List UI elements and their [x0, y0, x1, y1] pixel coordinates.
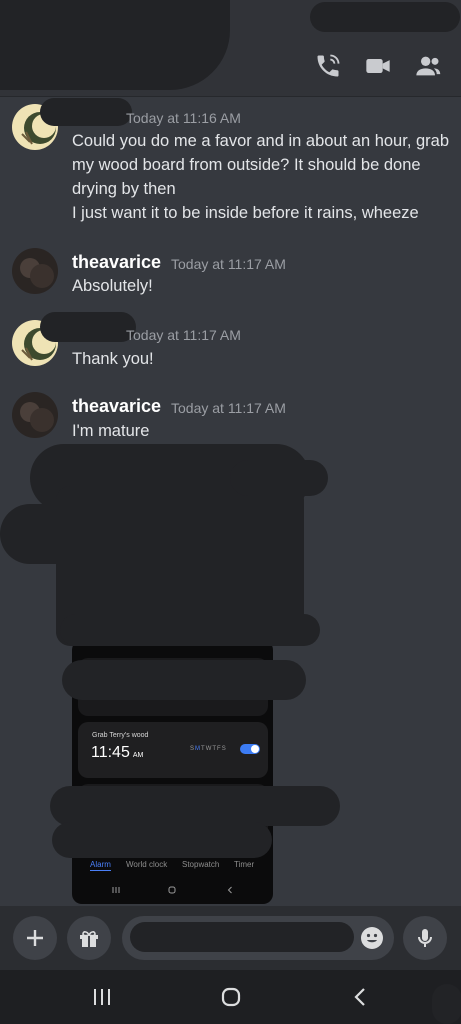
message-timestamp: Today at 11:17 AM — [171, 400, 286, 416]
alarm-days: SMTWTFS — [190, 746, 227, 752]
channel-header — [0, 0, 461, 97]
message-text: Absolutely! — [72, 277, 153, 295]
add-button[interactable] — [13, 916, 57, 960]
message-text: Thank you! — [72, 350, 154, 368]
back-icon[interactable] — [350, 986, 372, 1008]
phone-call-icon[interactable] — [314, 52, 342, 80]
back-icon[interactable] — [226, 886, 234, 894]
video-camera-icon[interactable] — [364, 52, 392, 80]
redacted-image-area — [50, 786, 340, 826]
alarm-time: 11:45 AM — [91, 744, 144, 761]
message-author[interactable]: theavarice — [72, 252, 161, 273]
redacted-username — [40, 98, 132, 126]
home-icon[interactable] — [220, 986, 242, 1008]
message-timestamp: Today at 11:17 AM — [171, 256, 286, 272]
avatar[interactable] — [12, 248, 58, 294]
message-text: Could you do me a favor and in about an … — [72, 132, 450, 150]
avatar[interactable] — [12, 392, 58, 438]
redacted-image-area — [62, 660, 306, 700]
message-composer — [0, 906, 461, 970]
redacted-header-title — [0, 0, 230, 90]
message-text: I just want it to be inside before it ra… — [72, 204, 419, 222]
microphone-icon — [418, 929, 432, 947]
redacted-image-area — [230, 460, 328, 496]
message-timestamp: Today at 11:17 AM — [126, 327, 241, 343]
tab-world-clock[interactable]: World clock — [126, 860, 167, 869]
alarm-label: Grab Terry's wood — [92, 732, 149, 739]
redacted-image-area — [52, 822, 272, 858]
message-text: my wood board from outside? It should be… — [72, 156, 421, 174]
recent-apps-icon[interactable] — [91, 986, 113, 1008]
tab-stopwatch[interactable]: Stopwatch — [182, 860, 219, 869]
gift-icon — [80, 931, 98, 947]
plus-icon — [27, 930, 43, 946]
home-icon[interactable] — [168, 886, 176, 894]
redacted-header-top — [310, 2, 460, 32]
message-text: I'm mature — [72, 422, 150, 440]
redacted-username — [40, 312, 136, 342]
voice-button[interactable] — [403, 916, 447, 960]
system-navigation-bar — [0, 970, 461, 1024]
redacted-corner — [432, 984, 461, 1024]
gift-button[interactable] — [67, 916, 111, 960]
emoji-icon[interactable] — [360, 926, 384, 950]
members-icon[interactable] — [414, 52, 442, 80]
redacted-image-area — [60, 614, 320, 646]
message-author[interactable]: theavarice — [72, 396, 161, 417]
tab-alarm[interactable]: Alarm — [90, 860, 111, 871]
message-text: drying by then — [72, 180, 176, 198]
message-timestamp: Today at 11:16 AM — [126, 110, 241, 126]
alarm-toggle[interactable] — [240, 744, 260, 754]
recent-apps-icon[interactable] — [112, 886, 120, 894]
tab-timer[interactable]: Timer — [234, 860, 254, 869]
alarm-card: Grab Terry's wood 11:45 AM SMTWTFS — [78, 722, 268, 778]
redacted-input-placeholder — [130, 922, 354, 952]
